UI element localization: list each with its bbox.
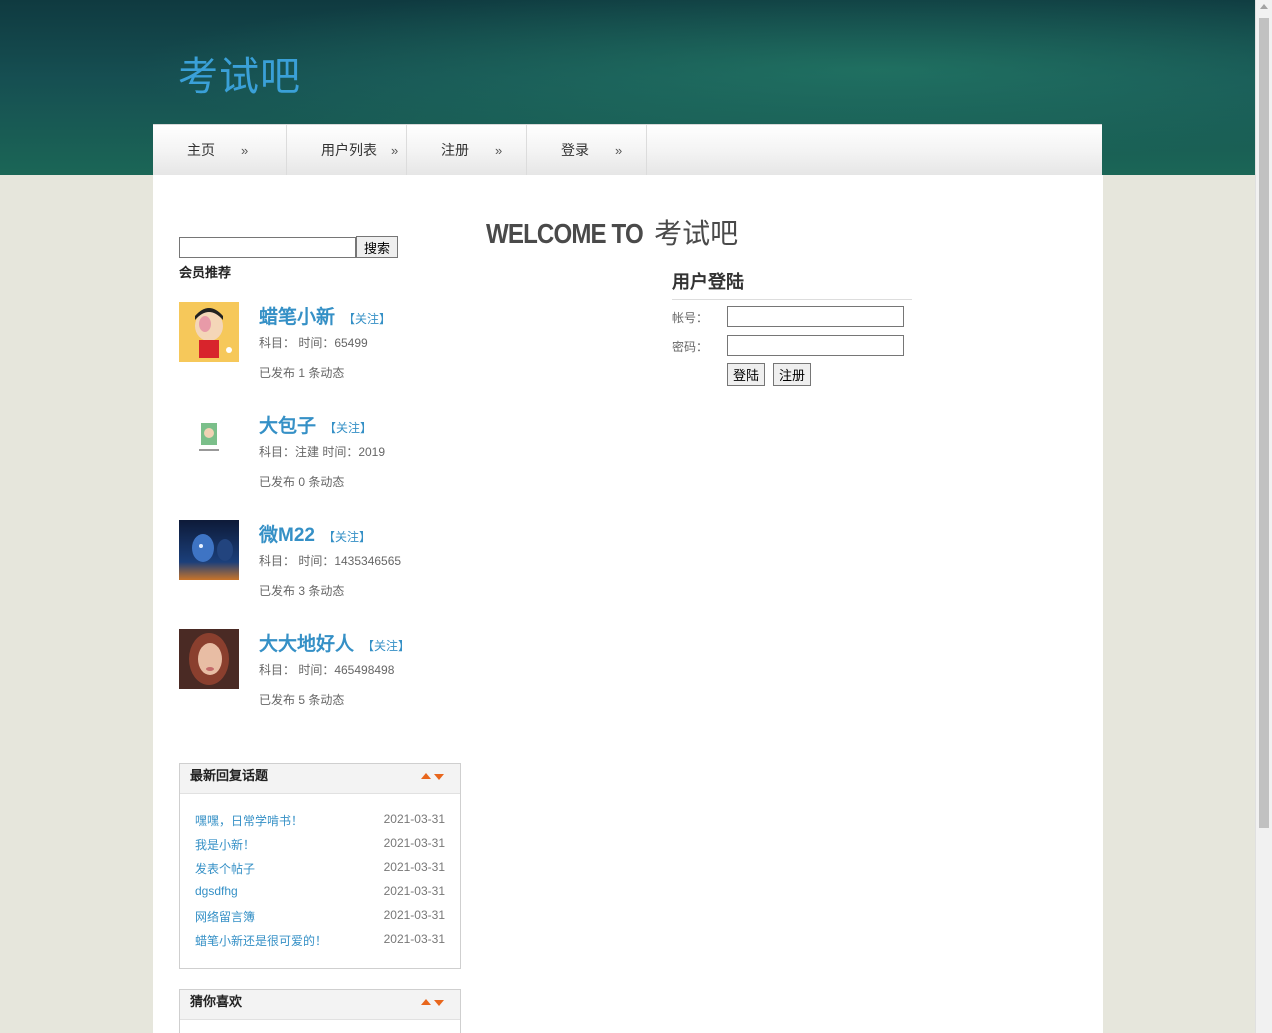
member-subject-time: 科目：注建 时间：2019 <box>259 445 386 459</box>
register-button[interactable]: 注册 <box>773 363 812 386</box>
member-name-text: 大大地好人 <box>259 634 355 655</box>
member-name[interactable]: 蜡笔小新 【关注】 <box>259 302 391 329</box>
topic-list: 嘿嘿，日常学啃书！ 2021-03-31 我是小新！ 2021-03-31 发表… <box>180 794 460 972</box>
topic-date: 2021-03-31 <box>383 884 445 898</box>
member-item: 大大地好人 【关注】 科目： 时间：465498498 已发布 5 条动态 <box>179 629 479 729</box>
member-item: 微M22 【关注】 科目： 时间：1435346565 已发布 3 条动态 <box>179 520 479 620</box>
member-name-text: 蜡笔小新 <box>259 307 336 328</box>
member-name[interactable]: 大大地好人 【关注】 <box>259 629 410 656</box>
chevron-right-icon: » <box>391 142 399 158</box>
arrow-up-icon <box>421 999 431 1005</box>
login-title: 用户登陆 <box>672 272 744 292</box>
member-name-text: 大包子 <box>259 416 317 437</box>
member-name[interactable]: 微M22 【关注】 <box>259 520 371 547</box>
nav-label: 用户列表 <box>321 142 377 158</box>
panel-header: 最新回复话题 <box>180 764 460 794</box>
member-subject-time: 科目： 时间：465498498 <box>259 663 395 677</box>
password-field[interactable] <box>727 335 904 356</box>
follow-link[interactable]: 【关注】 <box>343 312 391 326</box>
topic-date: 2021-03-31 <box>383 860 445 874</box>
topic-date: 2021-03-31 <box>383 908 445 922</box>
username-label: 帐号： <box>672 311 709 325</box>
member-item: 蜡笔小新 【关注】 科目： 时间：65499 已发布 1 条动态 <box>179 302 479 402</box>
list-item: 网络留言簿 2021-03-31 <box>195 908 445 932</box>
arrow-up-icon <box>421 773 431 779</box>
nav-label: 注册 <box>441 142 469 158</box>
vertical-scrollbar[interactable] <box>1255 0 1272 1033</box>
member-item: 大包子 【关注】 科目：注建 时间：2019 已发布 0 条动态 <box>179 411 479 511</box>
arrow-down-icon <box>434 774 444 780</box>
guess-you-like-panel: 猜你喜欢 <box>179 989 461 1033</box>
welcome-en: WELCOME TO <box>486 218 644 249</box>
list-item: 蜡笔小新还是很可爱的！ 2021-03-31 <box>195 932 445 956</box>
avatar[interactable] <box>179 520 239 580</box>
member-name-text: 微M22 <box>259 525 315 546</box>
member-recommend-heading: 会员推荐 <box>179 265 232 280</box>
avatar[interactable] <box>179 629 239 689</box>
topic-link[interactable]: 蜡笔小新还是很可爱的！ <box>195 932 327 956</box>
nav-label: 主页 <box>187 142 215 158</box>
chevron-right-icon: » <box>241 142 249 158</box>
chevron-right-icon: » <box>615 142 623 158</box>
follow-link[interactable]: 【关注】 <box>362 639 410 653</box>
member-post-count: 已发布 1 条动态 <box>259 366 345 380</box>
topic-link[interactable]: 我是小新！ <box>195 836 255 860</box>
member-post-count: 已发布 5 条动态 <box>259 693 345 707</box>
latest-topics-panel: 最新回复话题 嘿嘿，日常学啃书！ 2021-03-31 我是小新！ 2021-0… <box>179 763 461 969</box>
follow-link[interactable]: 【关注】 <box>324 421 372 435</box>
search-input[interactable] <box>179 237 356 258</box>
member-post-count: 已发布 3 条动态 <box>259 584 345 598</box>
scroll-thumb[interactable] <box>1259 18 1269 828</box>
main-nav: 主页 » 用户列表 » 注册 » 登录 » <box>153 124 1102 175</box>
list-item: 发表个帖子 2021-03-31 <box>195 860 445 884</box>
nav-item-login[interactable]: 登录 » <box>527 125 647 175</box>
member-name[interactable]: 大包子 【关注】 <box>259 411 372 438</box>
avatar[interactable] <box>179 302 239 362</box>
panel-title: 最新回复话题 <box>190 768 269 783</box>
list-item: dgsdfhg 2021-03-31 <box>195 884 445 908</box>
topic-link[interactable]: dgsdfhg <box>195 884 238 908</box>
collapse-toggle[interactable] <box>421 999 444 1006</box>
member-post-count: 已发布 0 条动态 <box>259 475 345 489</box>
username-field[interactable] <box>727 306 904 327</box>
welcome-cn: 考试吧 <box>654 217 739 250</box>
nav-item-register[interactable]: 注册 » <box>407 125 527 175</box>
topic-date: 2021-03-31 <box>383 836 445 850</box>
panel-title: 猜你喜欢 <box>190 994 243 1009</box>
list-item: 我是小新！ 2021-03-31 <box>195 836 445 860</box>
search-button[interactable]: 搜索 <box>356 236 398 258</box>
nav-item-user-list[interactable]: 用户列表 » <box>287 125 407 175</box>
topic-link[interactable]: 网络留言簿 <box>195 908 255 932</box>
site-title[interactable]: 考试吧 <box>178 44 301 102</box>
topic-link[interactable]: 发表个帖子 <box>195 860 255 884</box>
login-divider <box>672 299 912 300</box>
list-item: 嘿嘿，日常学啃书！ 2021-03-31 <box>195 812 445 836</box>
member-subject-time: 科目： 时间：1435346565 <box>259 554 402 568</box>
member-subject-time: 科目： 时间：65499 <box>259 336 368 350</box>
password-label: 密码： <box>672 340 709 354</box>
chevron-right-icon: » <box>495 142 503 158</box>
nav-item-home[interactable]: 主页 » <box>153 125 287 175</box>
welcome-heading: WELCOME TO 考试吧 <box>486 212 738 252</box>
avatar[interactable] <box>179 411 239 471</box>
topic-date: 2021-03-31 <box>383 932 445 946</box>
login-button[interactable]: 登陆 <box>727 363 766 386</box>
topic-link[interactable]: 嘿嘿，日常学啃书！ <box>195 812 303 836</box>
topic-date: 2021-03-31 <box>383 812 445 826</box>
follow-link[interactable]: 【关注】 <box>323 530 371 544</box>
nav-label: 登录 <box>561 142 589 158</box>
scroll-up-icon[interactable] <box>1260 4 1268 9</box>
arrow-down-icon <box>434 1000 444 1006</box>
collapse-toggle[interactable] <box>421 773 444 780</box>
panel-header: 猜你喜欢 <box>180 990 460 1020</box>
